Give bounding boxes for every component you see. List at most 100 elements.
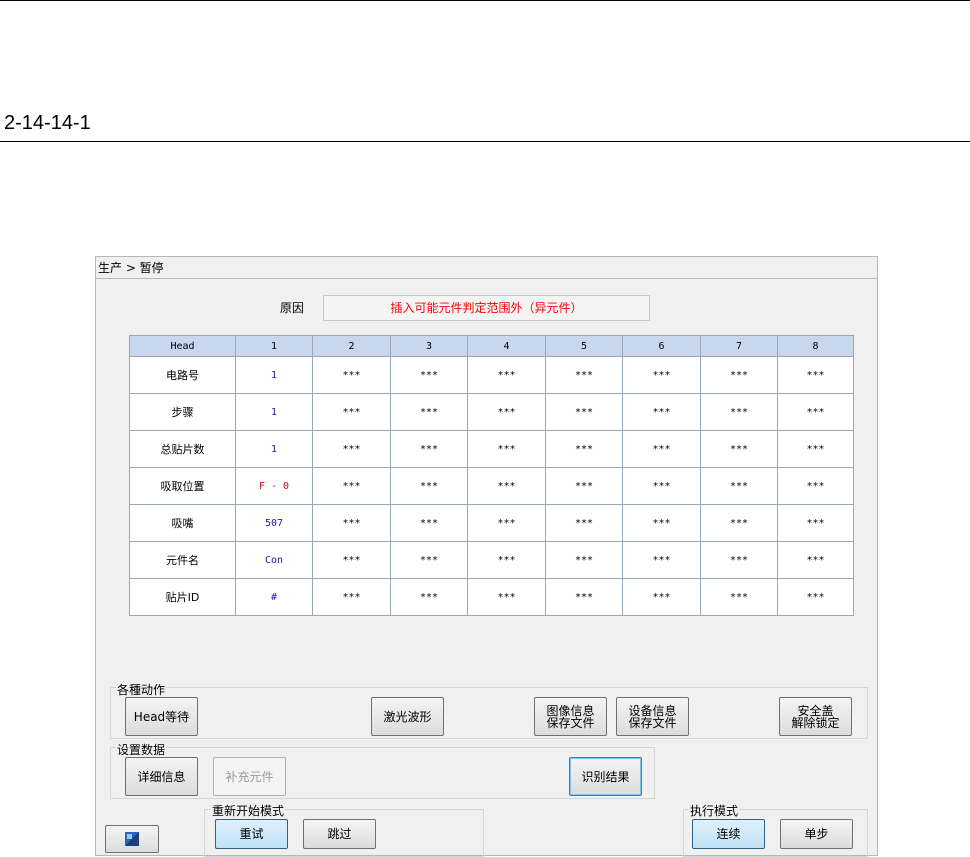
cell-value: *** [777, 393, 854, 431]
head1-value: 1 [235, 430, 313, 468]
column-header: 3 [390, 335, 468, 357]
cell-value: *** [545, 430, 623, 468]
cell-value: *** [467, 504, 546, 542]
cell-value: *** [390, 578, 468, 616]
exec-mode-label: 执行模式 [689, 802, 740, 819]
grid-icon [125, 832, 139, 846]
table-row: 吸嘴 507 *** *** *** *** *** *** *** [129, 504, 854, 542]
column-header: 5 [545, 335, 623, 357]
cell-value: *** [467, 467, 546, 505]
supplement-component-button[interactable]: 补充元件 [213, 757, 286, 796]
table-row: 贴片ID # *** *** *** *** *** *** *** [129, 578, 854, 616]
settings-group-label: 设置数据 [116, 741, 167, 758]
row-label: 步骤 [129, 393, 236, 431]
cell-value: *** [777, 504, 854, 542]
column-header: 6 [622, 335, 701, 357]
cell-value: *** [622, 504, 701, 542]
head1-value: 1 [235, 393, 313, 431]
column-header: 7 [700, 335, 778, 357]
cell-value: *** [700, 578, 778, 616]
safety-cover-line2: 解除锁定 [791, 715, 840, 730]
cell-value: *** [312, 504, 391, 542]
table-row: 电路号 1 *** *** *** *** *** *** *** [129, 356, 854, 394]
laser-waveform-button[interactable]: 激光波形 [371, 697, 444, 736]
cell-value: *** [312, 578, 391, 616]
cell-value: *** [622, 393, 701, 431]
row-label: 电路号 [129, 356, 236, 394]
cell-value: *** [390, 467, 468, 505]
cell-value: *** [777, 541, 854, 579]
cell-value: *** [545, 504, 623, 542]
cell-value: *** [312, 430, 391, 468]
image-info-save-line2: 保存文件 [546, 715, 595, 730]
table-row: 元件名 Con *** *** *** *** *** *** *** [129, 541, 854, 579]
column-header: 2 [312, 335, 391, 357]
cell-value: *** [545, 541, 623, 579]
head-wait-button[interactable]: Head等待 [125, 697, 198, 736]
head1-value: F - 0 [235, 467, 313, 505]
restart-mode-label: 重新开始模式 [211, 802, 286, 819]
cell-value: *** [700, 430, 778, 468]
actions-group [110, 687, 868, 739]
cell-value: *** [622, 467, 701, 505]
head1-value: Con [235, 541, 313, 579]
device-info-save-button[interactable]: 设备信息 保存文件 [616, 697, 689, 736]
recognition-result-button[interactable]: 识别结果 [569, 757, 642, 796]
cell-value: *** [700, 393, 778, 431]
pause-window: 生产 > 暂停 原因 插入可能元件判定范围外（异元件） Head 1 2 3 4… [95, 256, 878, 857]
skip-button[interactable]: 跳过 [303, 819, 376, 849]
cell-value: *** [545, 393, 623, 431]
continuous-button[interactable]: 连续 [692, 819, 765, 849]
image-info-save-line1: 图像信息 [546, 703, 595, 718]
cell-value: *** [545, 467, 623, 505]
row-label: 贴片ID [129, 578, 236, 616]
cell-value: *** [467, 541, 546, 579]
row-label: 吸嘴 [129, 504, 236, 542]
row-label: 元件名 [129, 541, 236, 579]
cell-value: *** [312, 467, 391, 505]
document-heading: 2-14-14-1 [4, 112, 91, 134]
safety-cover-line1: 安全盖 [797, 703, 834, 718]
column-header: 4 [467, 335, 546, 357]
head-status-table: Head 1 2 3 4 5 6 7 8 电路号 1 *** *** *** *** ***… [129, 335, 854, 616]
table-row: 总贴片数 1 *** *** *** *** *** *** *** [129, 430, 854, 468]
actions-group-label: 各種动作 [116, 681, 167, 698]
cell-value: *** [700, 541, 778, 579]
cell-value: *** [622, 356, 701, 394]
head1-value: 507 [235, 504, 313, 542]
cell-value: *** [700, 356, 778, 394]
cell-value: *** [700, 504, 778, 542]
column-header: 1 [235, 335, 313, 357]
safety-cover-unlock-button[interactable]: 安全盖 解除锁定 [779, 697, 852, 736]
details-button[interactable]: 详细信息 [125, 757, 198, 796]
window-title: 生产 > 暂停 [96, 257, 877, 279]
cell-value: *** [467, 578, 546, 616]
row-label: 吸取位置 [129, 467, 236, 505]
heading-rule [0, 141, 970, 142]
cell-value: *** [390, 504, 468, 542]
cell-value: *** [777, 578, 854, 616]
corner-menu-button[interactable] [105, 825, 159, 853]
head1-value: 1 [235, 356, 313, 394]
reason-text: 插入可能元件判定范围外（异元件） [323, 295, 650, 321]
row-label: 总贴片数 [129, 430, 236, 468]
cell-value: *** [390, 393, 468, 431]
device-info-save-line2: 保存文件 [628, 715, 677, 730]
single-step-button[interactable]: 单步 [780, 819, 853, 849]
cell-value: *** [545, 578, 623, 616]
cell-value: *** [467, 393, 546, 431]
cell-value: *** [390, 356, 468, 394]
head1-value: # [235, 578, 313, 616]
cell-value: *** [777, 467, 854, 505]
cell-value: *** [390, 430, 468, 468]
image-info-save-button[interactable]: 图像信息 保存文件 [534, 697, 607, 736]
table-row: 步骤 1 *** *** *** *** *** *** *** [129, 393, 854, 431]
cell-value: *** [545, 356, 623, 394]
device-info-save-line1: 设备信息 [628, 703, 677, 718]
cell-value: *** [390, 541, 468, 579]
cell-value: *** [777, 430, 854, 468]
cell-value: *** [467, 430, 546, 468]
cell-value: *** [312, 541, 391, 579]
retry-button[interactable]: 重试 [215, 819, 288, 849]
cell-value: *** [622, 430, 701, 468]
